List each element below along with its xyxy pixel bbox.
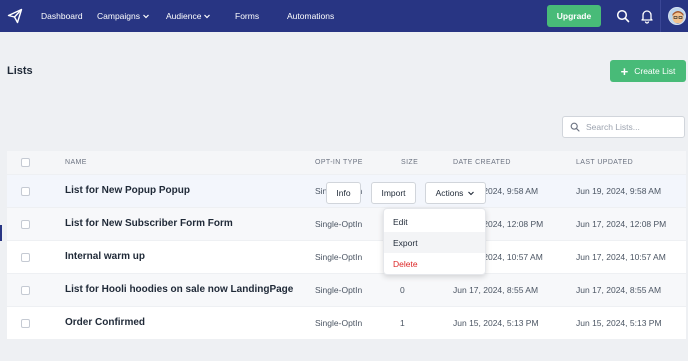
chevron-down-icon [468, 191, 475, 196]
column-header-size[interactable]: SIZE [401, 159, 418, 166]
row-checkbox[interactable] [21, 220, 30, 229]
last-updated: Jun 17, 2024, 10:57 AM [576, 252, 666, 262]
nav-item-audience[interactable]: Audience [166, 0, 211, 32]
list-name[interactable]: List for New Popup Popup [65, 185, 190, 196]
menu-item-edit[interactable]: Edit [384, 211, 485, 232]
last-updated: Jun 17, 2024, 12:08 PM [576, 219, 667, 229]
top-navbar: Dashboard Campaigns Audience Forms Autom… [0, 0, 688, 32]
table-row[interactable]: Internal warm up Single-OptIn 0 Jun 17, … [7, 240, 686, 273]
create-list-button[interactable]: + Create List [610, 60, 686, 82]
nav-divider [660, 0, 661, 32]
side-indicator [0, 225, 2, 241]
last-updated: Jun 17, 2024, 8:55 AM [576, 285, 662, 295]
bell-icon[interactable] [639, 8, 655, 24]
table-row[interactable]: List for New Subscriber Form Form Single… [7, 207, 686, 240]
lists-table: NAME OPT-IN TYPE SIZE DATE CREATED LAST … [7, 151, 686, 339]
table-header: NAME OPT-IN TYPE SIZE DATE CREATED LAST … [7, 151, 686, 174]
search-icon[interactable] [615, 8, 631, 24]
search-input[interactable] [586, 122, 681, 132]
optin-type: Single-OptIn [315, 252, 363, 262]
optin-type: Single-OptIn [315, 285, 363, 295]
nav-item-label: Audience [166, 11, 202, 21]
list-name[interactable]: Order Confirmed [65, 317, 145, 328]
column-header-created[interactable]: DATE CREATED [453, 159, 511, 166]
menu-item-export[interactable]: Export [384, 232, 485, 253]
menu-item-delete[interactable]: Delete [384, 253, 485, 274]
user-avatar[interactable] [668, 7, 686, 25]
chevron-down-icon [204, 14, 211, 19]
plus-icon: + [620, 63, 629, 79]
optin-type: Single-OptIn [315, 219, 363, 229]
table-row[interactable]: List for Hooli hoodies on sale now Landi… [7, 273, 686, 306]
column-header-optin[interactable]: OPT-IN TYPE [315, 159, 363, 166]
info-button[interactable]: Info [326, 182, 361, 204]
page-title: Lists [7, 65, 33, 77]
list-size: 0 [400, 285, 405, 295]
create-list-label: Create List [634, 66, 676, 76]
row-checkbox[interactable] [21, 253, 30, 262]
import-button-label: Import [381, 188, 406, 198]
paper-plane-icon[interactable] [7, 8, 23, 24]
nav-item-label: Automations [287, 11, 335, 21]
list-name[interactable]: Internal warm up [65, 251, 145, 262]
nav-item-label: Forms [235, 11, 260, 21]
table-row[interactable]: Order Confirmed Single-OptIn 1 Jun 15, 2… [7, 306, 686, 339]
nav-item-campaigns[interactable]: Campaigns [97, 0, 150, 32]
chevron-down-icon [143, 14, 149, 19]
list-name[interactable]: List for New Subscriber Form Form [65, 218, 233, 229]
row-checkbox[interactable] [21, 187, 30, 196]
optin-type: Single-OptIn [315, 318, 363, 328]
nav-item-automations[interactable]: Automations [287, 0, 334, 32]
row-checkbox[interactable] [21, 286, 30, 295]
actions-button[interactable]: Actions [425, 182, 486, 204]
nav-item-label: Campaigns [97, 11, 140, 21]
date-created: Jun 15, 2024, 5:13 PM [453, 318, 539, 328]
nav-item-label: Dashboard [41, 11, 83, 21]
select-all-checkbox[interactable] [21, 158, 30, 167]
date-created: Jun 17, 2024, 8:55 AM [453, 285, 539, 295]
last-updated: Jun 15, 2024, 5:13 PM [576, 318, 662, 328]
nav-item-dashboard[interactable]: Dashboard [41, 0, 83, 32]
list-name[interactable]: List for Hooli hoodies on sale now Landi… [65, 284, 293, 295]
avatar-face-icon [669, 8, 685, 24]
search-box [562, 116, 685, 138]
actions-button-label: Actions [435, 188, 464, 198]
column-header-updated[interactable]: LAST UPDATED [576, 159, 633, 166]
row-checkbox[interactable] [21, 319, 30, 328]
actions-dropdown-menu: Edit Export Delete [383, 208, 486, 275]
list-size: 1 [400, 318, 405, 328]
nav-item-forms[interactable]: Forms [235, 0, 259, 32]
column-header-name[interactable]: NAME [65, 159, 87, 166]
upgrade-button[interactable]: Upgrade [547, 5, 601, 27]
search-icon [570, 122, 580, 132]
last-updated: Jun 19, 2024, 9:58 AM [576, 186, 662, 196]
import-button[interactable]: Import [371, 182, 416, 204]
